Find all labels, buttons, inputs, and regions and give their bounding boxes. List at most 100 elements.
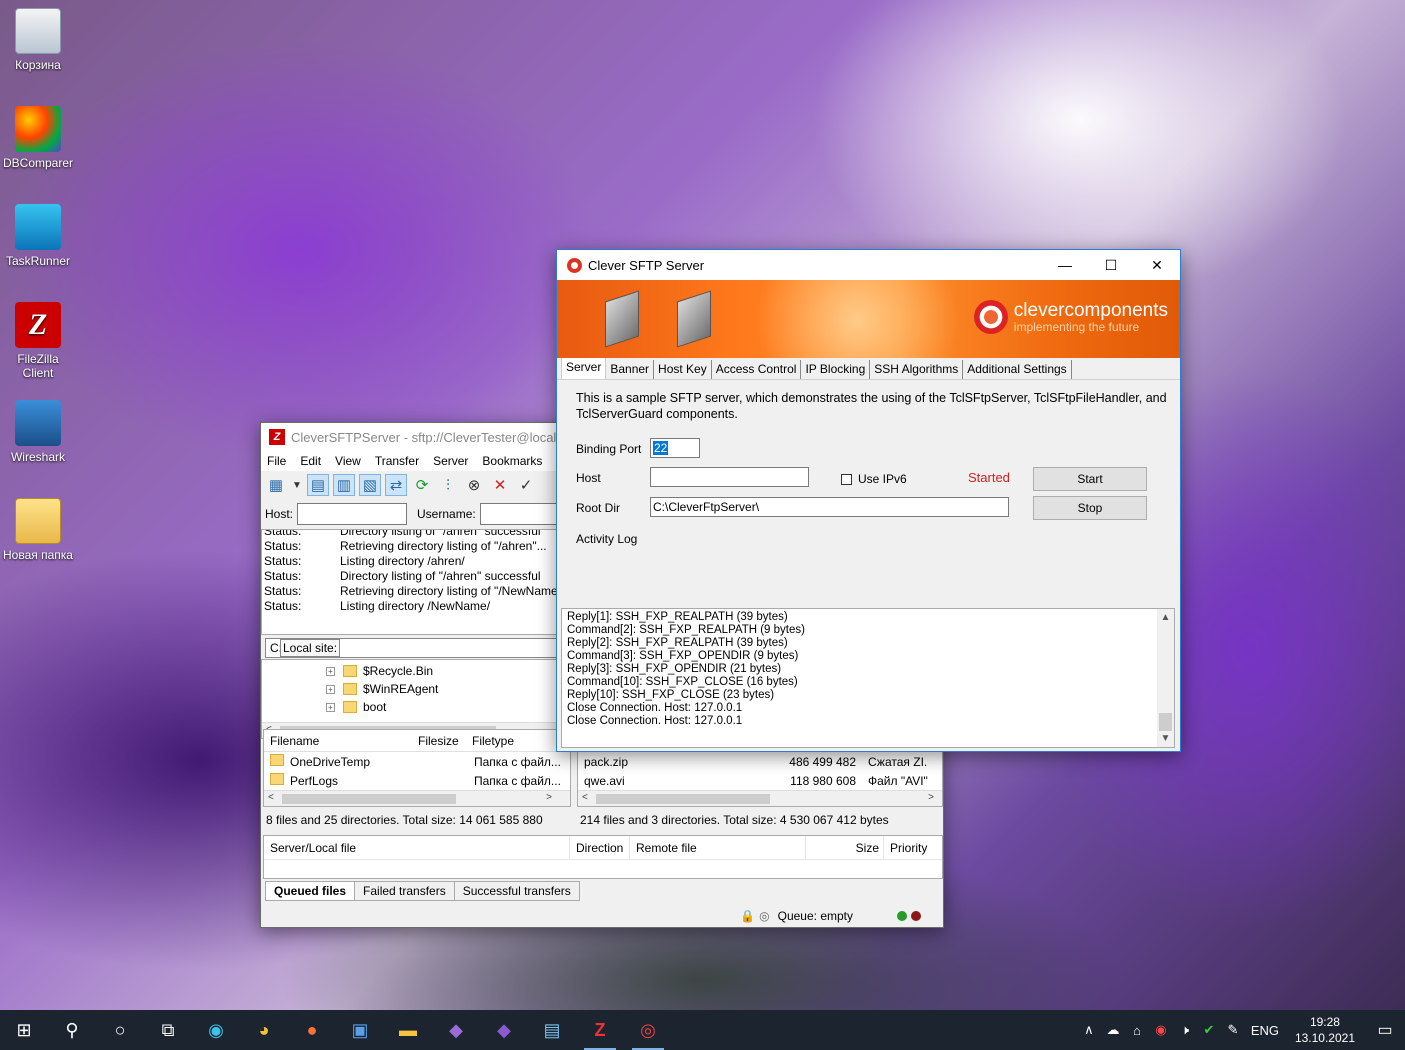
use-ipv6-checkbox[interactable]: Use IPv6: [841, 472, 907, 486]
onedrive-icon[interactable]: ☁: [1101, 1022, 1125, 1038]
tab-host-key[interactable]: Host Key: [654, 360, 712, 379]
task-view-icon[interactable]: ⧉: [144, 1010, 192, 1050]
chrome-icon[interactable]: ◕: [240, 1010, 288, 1050]
activity-log-scrollbar[interactable]: ▲ ▼: [1157, 609, 1174, 747]
menu-file[interactable]: File: [267, 454, 286, 468]
chrome-tray-icon[interactable]: ◉: [1149, 1022, 1173, 1038]
volume-icon[interactable]: 🕨: [1173, 1022, 1197, 1038]
clever-sftp-window[interactable]: Clever SFTP Server — ☐ ✕ clevercomponent…: [556, 249, 1181, 752]
pen-icon[interactable]: ✎: [1221, 1022, 1245, 1038]
menu-transfer[interactable]: Transfer: [375, 454, 419, 468]
toggle-remote-tree-icon[interactable]: ▧: [359, 474, 381, 496]
edge-icon[interactable]: ◉: [192, 1010, 240, 1050]
clever-sftp-icon[interactable]: ◎: [624, 1010, 672, 1050]
host-input[interactable]: [297, 503, 408, 525]
menu-server[interactable]: Server: [433, 454, 468, 468]
tab-server[interactable]: Server: [561, 357, 607, 379]
menu-bookmarks[interactable]: Bookmarks: [482, 454, 542, 468]
tab-ssh-algorithms[interactable]: SSH Algorithms: [870, 360, 964, 379]
close-icon[interactable]: ✕: [1134, 250, 1180, 280]
stop-button[interactable]: Stop: [1033, 496, 1147, 520]
binding-port-input[interactable]: 22: [650, 438, 700, 458]
minimize-icon[interactable]: —: [1042, 250, 1088, 280]
log-line: Reply[3]: SSH_FXP_OPENDIR (21 bytes): [567, 663, 782, 675]
local-file-list[interactable]: Filename Filesize Filetype OneDriveTemp П…: [263, 729, 571, 807]
tab-access-control[interactable]: Access Control: [712, 360, 802, 379]
local-hscrollbar[interactable]: < >: [264, 790, 570, 806]
tree-item[interactable]: + $WinREAgent: [326, 682, 438, 696]
root-dir-input[interactable]: C:\CleverFtpServer\: [650, 497, 1009, 517]
desktop-icon-recycle-bin[interactable]: Корзина: [2, 8, 74, 72]
tab-successful-transfers[interactable]: Successful transfers: [453, 881, 580, 901]
file-row[interactable]: qwe.avi 118 980 608 Файл "AVI": [578, 771, 942, 790]
refresh-icon[interactable]: ⟳: [411, 474, 433, 496]
filter-icon[interactable]: ⫶: [437, 474, 459, 496]
file-row[interactable]: OneDriveTemp Папка с файл...: [264, 752, 570, 771]
column-direction[interactable]: Direction: [570, 836, 630, 859]
column-priority[interactable]: Priority: [884, 836, 927, 859]
desktop-icon-dbcomparer[interactable]: DBComparer: [2, 106, 74, 170]
tree-item[interactable]: + $Recycle.Bin: [326, 664, 433, 678]
checkbox-box: [841, 473, 852, 485]
firefox-icon[interactable]: ●: [288, 1010, 336, 1050]
remote-hscrollbar[interactable]: < >: [578, 790, 942, 806]
speed-limit-icon[interactable]: ◎: [759, 909, 769, 923]
scroll-up-icon[interactable]: ▲: [1157, 609, 1174, 626]
disconnect-icon[interactable]: ✕: [489, 474, 511, 496]
toggle-local-tree-icon[interactable]: ▥: [333, 474, 355, 496]
activity-log-label: Activity Log: [576, 532, 638, 546]
column-filetype[interactable]: Filetype: [466, 734, 514, 748]
network-icon[interactable]: ⌂: [1125, 1023, 1149, 1038]
file-row[interactable]: pack.zip 486 499 482 Сжатая ZI.: [578, 752, 942, 771]
filezilla-icon[interactable]: Z: [576, 1010, 624, 1050]
toggle-log-icon[interactable]: ▤: [307, 474, 329, 496]
transfer-queue[interactable]: Server/Local file Direction Remote file …: [263, 835, 943, 879]
language-indicator[interactable]: ENG: [1245, 1023, 1285, 1038]
tab-queued-files[interactable]: Queued files: [265, 881, 356, 901]
tab-ip-blocking[interactable]: IP Blocking: [801, 360, 871, 379]
sftp-titlebar[interactable]: Clever SFTP Server — ☐ ✕: [557, 250, 1180, 280]
scroll-down-icon[interactable]: ▼: [1157, 730, 1174, 747]
show-hidden-icons-icon[interactable]: ∧: [1077, 1022, 1101, 1038]
save-disk-icon[interactable]: ▣: [336, 1010, 384, 1050]
log-line: Command[10]: SSH_FXP_CLOSE (16 bytes): [567, 676, 798, 688]
dropdown-arrow-icon[interactable]: ▼: [291, 474, 303, 496]
menu-view[interactable]: View: [335, 454, 361, 468]
desktop-icon-wireshark[interactable]: Wireshark: [2, 400, 74, 464]
scroll-thumb[interactable]: [1159, 713, 1172, 731]
toggle-queue-icon[interactable]: ⇄: [385, 474, 407, 496]
lock-icon: 🔒: [740, 909, 756, 923]
image-viewer-icon[interactable]: ▤: [528, 1010, 576, 1050]
security-icon[interactable]: ✔: [1197, 1022, 1221, 1038]
start-icon[interactable]: ⊞: [0, 1010, 48, 1050]
column-filename[interactable]: Filename: [264, 734, 418, 748]
start-button[interactable]: Start: [1033, 467, 1147, 491]
tab-additional-settings[interactable]: Additional Settings: [963, 360, 1072, 379]
visual-studio-icon[interactable]: ◆: [432, 1010, 480, 1050]
site-manager-icon[interactable]: ▦: [265, 474, 287, 496]
column-remote-file[interactable]: Remote file: [630, 836, 806, 859]
column-server-local-file[interactable]: Server/Local file: [264, 836, 570, 859]
desktop-icon-taskrunner[interactable]: TaskRunner: [2, 204, 74, 268]
cortana-icon[interactable]: ○: [96, 1010, 144, 1050]
activity-log[interactable]: Reply[1]: SSH_FXP_REALPATH (39 bytes) Co…: [561, 608, 1175, 748]
column-size[interactable]: Size: [806, 836, 884, 859]
column-filesize[interactable]: Filesize: [418, 734, 466, 748]
reconnect-icon[interactable]: ✓: [515, 474, 537, 496]
clock[interactable]: 19:28 13.10.2021: [1295, 1014, 1355, 1046]
explorer-icon[interactable]: ▬: [384, 1010, 432, 1050]
notification-icon[interactable]: ▭: [1365, 1020, 1405, 1040]
local-file-header: Filename Filesize Filetype: [264, 730, 570, 752]
tree-item[interactable]: + boot: [326, 700, 386, 714]
host-input[interactable]: [650, 467, 809, 487]
tab-failed-transfers[interactable]: Failed transfers: [354, 881, 455, 901]
desktop-icon-filezilla[interactable]: Z FileZilla Client: [2, 302, 74, 380]
tab-banner[interactable]: Banner: [606, 360, 655, 379]
menu-edit[interactable]: Edit: [300, 454, 321, 468]
maximize-icon[interactable]: ☐: [1088, 250, 1134, 280]
file-row[interactable]: PerfLogs Папка с файл...: [264, 771, 570, 790]
search-icon[interactable]: ⚲: [48, 1010, 96, 1050]
cancel-icon[interactable]: ⊗: [463, 474, 485, 496]
visual-studio-2-icon[interactable]: ◆: [480, 1010, 528, 1050]
desktop-icon-new-folder[interactable]: Новая папка: [2, 498, 74, 562]
